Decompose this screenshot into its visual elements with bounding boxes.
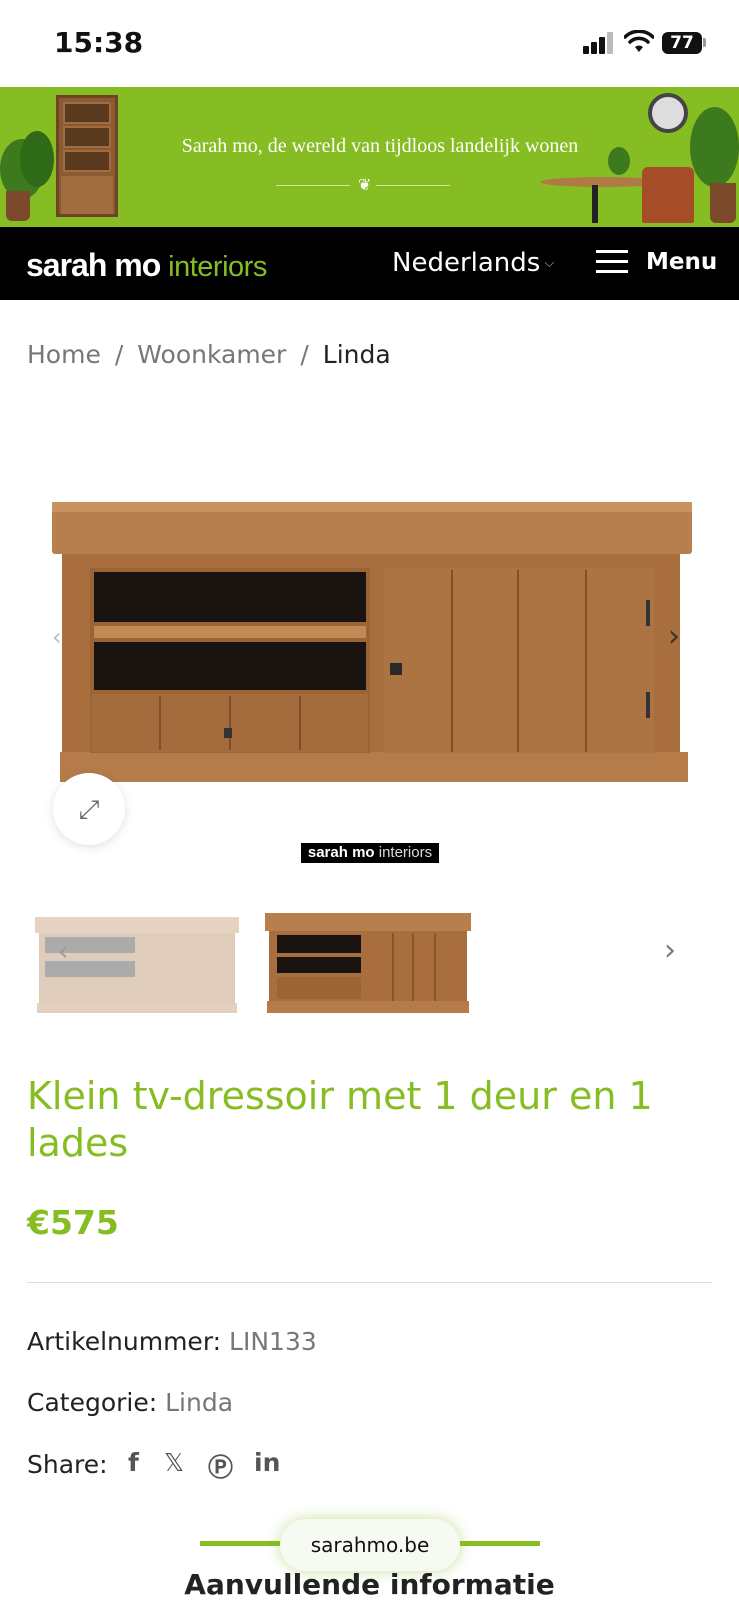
browser-url-pill[interactable]: sarahmo.be	[280, 1519, 460, 1571]
gallery-watermark: sarah mo interiors	[301, 843, 439, 863]
section-title: Aanvullende informatie	[184, 1568, 555, 1600]
breadcrumb-separator: /	[114, 340, 124, 369]
section-line-right	[450, 1541, 540, 1546]
expand-icon[interactable]: ⤢	[53, 773, 125, 845]
table-leg-illustration	[592, 185, 598, 223]
menu-button[interactable]: Menu	[596, 249, 726, 279]
facebook-icon[interactable]: f	[128, 1448, 139, 1477]
x-icon[interactable]: 𝕏	[164, 1448, 184, 1477]
status-time: 15:38	[54, 26, 144, 59]
logo-brand: sarah mo	[26, 247, 161, 283]
banner-tagline: Sarah mo, de wereld van tijdloos landeli…	[181, 135, 579, 157]
watermark-sub: interiors	[378, 844, 433, 861]
thumbnail-2[interactable]	[263, 905, 473, 1017]
sku-row: Artikelnummer: LIN133	[27, 1327, 317, 1356]
product-title: Klein tv-dressoir met 1 deur en 1 lades	[27, 1074, 653, 1165]
category-link[interactable]: Linda	[165, 1388, 233, 1417]
cabinet-illustration	[56, 95, 118, 217]
wifi-icon	[624, 30, 654, 52]
battery-icon: 77	[662, 32, 702, 54]
breadcrumb-current: Linda	[322, 340, 391, 369]
plant-right-illustration	[690, 107, 739, 187]
menu-label: Menu	[646, 249, 718, 275]
chevron-down-icon: ⌵	[544, 256, 555, 271]
language-label: Nederlands	[392, 248, 541, 278]
leaf-icon: ❦	[358, 177, 372, 194]
pot-left-illustration	[6, 191, 30, 221]
divider	[27, 1282, 712, 1283]
battery-tip	[703, 38, 706, 47]
breadcrumb: Home / Woonkamer / Linda	[27, 340, 391, 369]
logo-sub: interiors	[168, 251, 267, 283]
pot-right-illustration	[710, 183, 736, 223]
sku-value: LIN133	[229, 1327, 317, 1356]
breadcrumb-separator: /	[300, 340, 309, 369]
pinterest-icon[interactable]: Ⓟ	[208, 1448, 233, 1484]
plant-small-illustration	[608, 147, 630, 175]
watermark-brand: sarah mo	[307, 844, 375, 861]
banner-divider-left	[276, 185, 350, 186]
signal-icon	[583, 32, 615, 54]
category-row: Categorie: Linda	[27, 1388, 233, 1417]
clock-illustration	[648, 93, 688, 133]
sku-label: Artikelnummer:	[27, 1327, 222, 1356]
main-navigation: sarah mo interiors Nederlands ⌵ Menu	[0, 227, 739, 300]
status-bar: 15:38 77	[0, 0, 739, 87]
linkedin-icon[interactable]: in	[254, 1448, 280, 1477]
promo-banner[interactable]: Sarah mo, de wereld van tijdloos landeli…	[0, 87, 739, 227]
banner-divider-right	[376, 185, 450, 186]
language-selector[interactable]: Nederlands ⌵	[392, 248, 554, 278]
share-label: Share:	[27, 1450, 108, 1479]
chair-illustration	[642, 167, 694, 223]
category-label: Categorie:	[27, 1388, 158, 1417]
breadcrumb-woonkamer[interactable]: Woonkamer	[137, 340, 286, 369]
product-price: €575	[27, 1203, 119, 1242]
thumbnails-next-arrow[interactable]: ›	[664, 933, 676, 968]
hamburger-icon	[596, 250, 628, 274]
section-line-left	[200, 1541, 290, 1546]
plant-left2-illustration	[20, 131, 54, 187]
gallery-next-arrow[interactable]: ›	[668, 619, 680, 654]
thumbnails-prev-arrow[interactable]: ‹	[58, 937, 68, 967]
breadcrumb-home[interactable]: Home	[27, 340, 101, 369]
gallery-prev-arrow[interactable]: ‹	[52, 623, 62, 651]
share-row: Share:	[27, 1450, 108, 1479]
site-logo[interactable]: sarah mo interiors	[26, 247, 267, 284]
